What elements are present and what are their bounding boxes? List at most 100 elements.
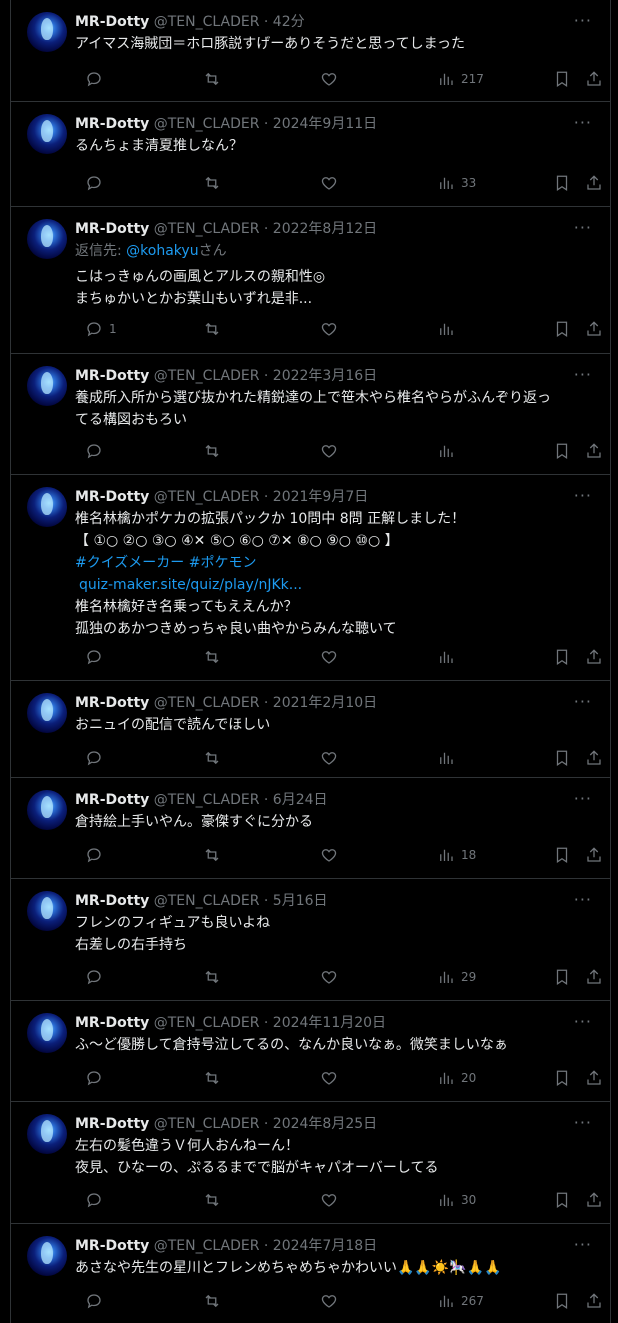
- bookmark-button[interactable]: [553, 968, 571, 986]
- tweet[interactable]: MR-Dotty @TEN_CLADER · 2021年9月7日 ··· 椎名林…: [11, 475, 610, 681]
- handle[interactable]: @TEN_CLADER: [154, 14, 260, 30]
- reply-button[interactable]: [85, 648, 103, 666]
- like-button[interactable]: [320, 749, 338, 767]
- avatar[interactable]: [27, 790, 67, 830]
- tweet[interactable]: MR-Dotty @TEN_CLADER · 2024年9月11日 ··· るん…: [11, 102, 610, 207]
- share-button[interactable]: [585, 846, 603, 864]
- timestamp[interactable]: 2021年2月10日: [273, 695, 377, 711]
- more-icon[interactable]: ···: [574, 486, 592, 505]
- display-name[interactable]: MR-Dotty: [75, 1116, 149, 1132]
- views-button[interactable]: 30: [437, 1191, 476, 1209]
- more-icon[interactable]: ···: [574, 692, 592, 711]
- handle[interactable]: @TEN_CLADER: [154, 489, 260, 505]
- handle[interactable]: @TEN_CLADER: [154, 1015, 260, 1031]
- tweet[interactable]: MR-Dotty @TEN_CLADER · 42分 ··· アイマス海賊団＝ホ…: [11, 0, 610, 102]
- timestamp[interactable]: 2024年7月18日: [273, 1238, 377, 1254]
- share-button[interactable]: [585, 968, 603, 986]
- handle[interactable]: @TEN_CLADER: [154, 695, 260, 711]
- reply-button[interactable]: 1: [85, 320, 117, 338]
- reply-button[interactable]: [85, 968, 103, 986]
- timestamp[interactable]: 2024年11月20日: [273, 1015, 386, 1031]
- avatar[interactable]: [27, 366, 67, 406]
- tweet[interactable]: MR-Dotty @TEN_CLADER · 5月16日 ··· フレンのフィギ…: [11, 879, 610, 1001]
- more-icon[interactable]: ···: [574, 1235, 592, 1254]
- tweet[interactable]: MR-Dotty @TEN_CLADER · 6月24日 ··· 倉持絵上手いや…: [11, 778, 610, 879]
- bookmark-button[interactable]: [553, 1292, 571, 1310]
- bookmark-button[interactable]: [553, 1069, 571, 1087]
- bookmark-button[interactable]: [553, 648, 571, 666]
- views-button[interactable]: [437, 749, 455, 767]
- reply-button[interactable]: [85, 70, 109, 88]
- display-name[interactable]: MR-Dotty: [75, 221, 149, 237]
- share-button[interactable]: [585, 1069, 603, 1087]
- views-button[interactable]: [437, 320, 455, 338]
- handle[interactable]: @TEN_CLADER: [154, 1116, 260, 1132]
- more-icon[interactable]: ···: [574, 11, 592, 30]
- handle[interactable]: @TEN_CLADER: [154, 792, 260, 808]
- handle[interactable]: @TEN_CLADER: [154, 116, 260, 132]
- display-name[interactable]: MR-Dotty: [75, 1238, 149, 1254]
- display-name[interactable]: MR-Dotty: [75, 368, 149, 384]
- handle[interactable]: @TEN_CLADER: [154, 368, 260, 384]
- retweet-button[interactable]: [203, 968, 221, 986]
- more-icon[interactable]: ···: [574, 218, 592, 237]
- bookmark-button[interactable]: [553, 70, 571, 88]
- retweet-button[interactable]: [203, 749, 221, 767]
- views-button[interactable]: 33: [437, 174, 476, 192]
- like-button[interactable]: [320, 846, 338, 864]
- share-button[interactable]: [585, 1292, 603, 1310]
- views-button[interactable]: 29: [437, 968, 476, 986]
- display-name[interactable]: MR-Dotty: [75, 14, 149, 30]
- timestamp[interactable]: 2024年8月25日: [273, 1116, 377, 1132]
- display-name[interactable]: MR-Dotty: [75, 116, 149, 132]
- more-icon[interactable]: ···: [574, 1113, 592, 1132]
- bookmark-button[interactable]: [553, 442, 571, 460]
- display-name[interactable]: MR-Dotty: [75, 695, 149, 711]
- bookmark-button[interactable]: [553, 749, 571, 767]
- views-button[interactable]: 18: [437, 846, 476, 864]
- retweet-button[interactable]: [203, 174, 221, 192]
- handle[interactable]: @TEN_CLADER: [154, 1238, 260, 1254]
- bookmark-button[interactable]: [553, 320, 571, 338]
- bookmark-button[interactable]: [553, 1191, 571, 1209]
- reply-button[interactable]: [85, 846, 103, 864]
- tweet[interactable]: MR-Dotty @TEN_CLADER · 2024年7月18日 ··· あさ…: [11, 1224, 610, 1323]
- avatar[interactable]: [27, 891, 67, 931]
- more-icon[interactable]: ···: [574, 1012, 592, 1031]
- share-button[interactable]: [585, 1191, 603, 1209]
- tweet[interactable]: MR-Dotty @TEN_CLADER · 2021年2月10日 ··· おニ…: [11, 681, 610, 778]
- display-name[interactable]: MR-Dotty: [75, 489, 149, 505]
- tweet[interactable]: MR-Dotty @TEN_CLADER · 2024年8月25日 ··· 左右…: [11, 1102, 610, 1224]
- reply-mention-link[interactable]: @kohakyu: [126, 243, 198, 259]
- display-name[interactable]: MR-Dotty: [75, 893, 149, 909]
- reply-button[interactable]: [85, 1191, 103, 1209]
- share-button[interactable]: [585, 442, 603, 460]
- like-button[interactable]: [320, 1191, 338, 1209]
- bookmark-button[interactable]: [553, 174, 571, 192]
- more-icon[interactable]: ···: [574, 789, 592, 808]
- avatar[interactable]: [27, 1236, 67, 1276]
- timestamp[interactable]: 2022年8月12日: [273, 221, 377, 237]
- handle[interactable]: @TEN_CLADER: [154, 893, 260, 909]
- tweet[interactable]: MR-Dotty @TEN_CLADER · 2024年11月20日 ··· ふ…: [11, 1001, 610, 1102]
- hashtag-links[interactable]: #クイズメーカー #ポケモン: [75, 552, 595, 574]
- retweet-button[interactable]: [203, 1191, 221, 1209]
- views-button[interactable]: [437, 648, 455, 666]
- display-name[interactable]: MR-Dotty: [75, 792, 149, 808]
- like-button[interactable]: [320, 648, 338, 666]
- reply-button[interactable]: [85, 442, 103, 460]
- reply-button[interactable]: [85, 749, 103, 767]
- like-button[interactable]: [320, 1069, 338, 1087]
- reply-button[interactable]: [85, 1069, 103, 1087]
- more-icon[interactable]: ···: [574, 113, 592, 132]
- timestamp[interactable]: 6月24日: [273, 792, 328, 808]
- timestamp[interactable]: 42分: [273, 14, 305, 30]
- like-button[interactable]: [320, 174, 338, 192]
- views-button[interactable]: 217: [437, 70, 484, 88]
- avatar[interactable]: [27, 114, 67, 154]
- like-button[interactable]: [320, 442, 338, 460]
- retweet-button[interactable]: [203, 70, 221, 88]
- retweet-button[interactable]: [203, 1292, 221, 1310]
- tweet[interactable]: MR-Dotty @TEN_CLADER · 2022年8月12日 ··· 返信…: [11, 207, 610, 354]
- url-link[interactable]: quiz-maker.site/quiz/play/nJKk...: [75, 574, 595, 596]
